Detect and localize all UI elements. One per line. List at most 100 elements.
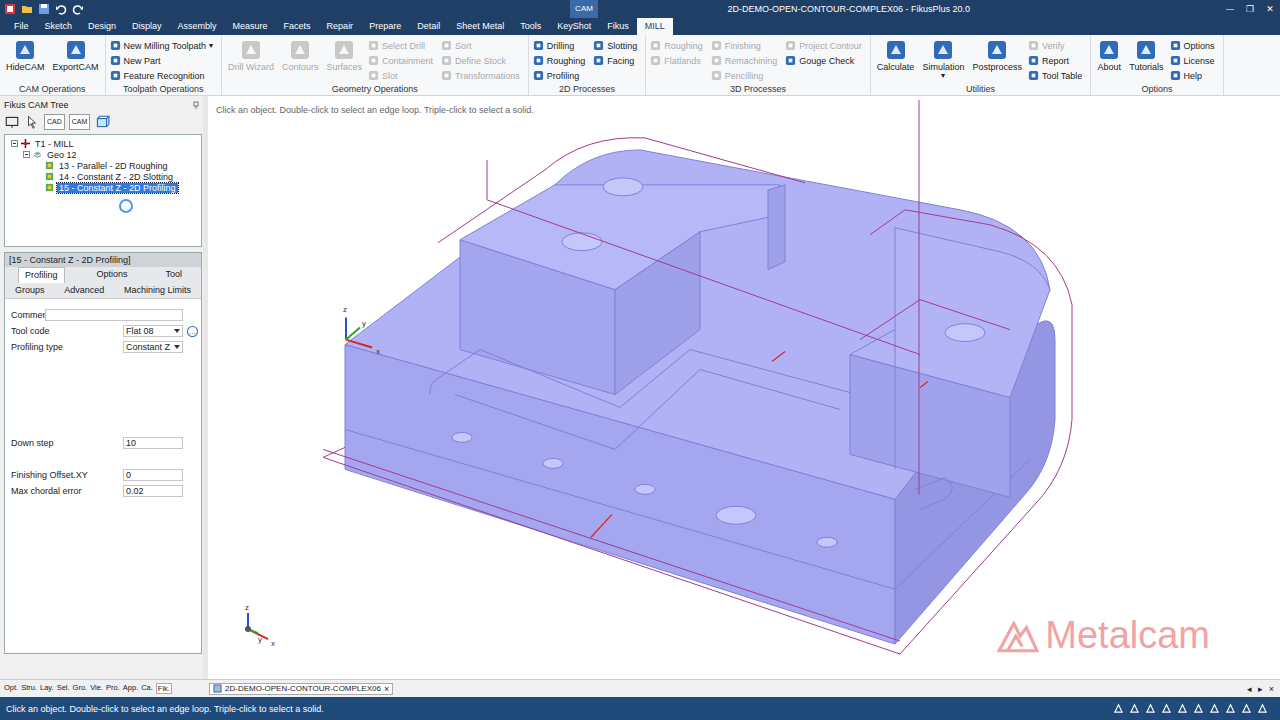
- ribbon-large-button[interactable]: Postprocess: [970, 38, 1024, 72]
- ribbon-small-button[interactable]: Remachining: [711, 53, 782, 68]
- ribbon-large-button[interactable]: ExportCAM: [51, 38, 101, 72]
- tree-toolbar-button[interactable]: CAD: [44, 114, 65, 130]
- panel-tab[interactable]: Pro.: [106, 683, 120, 694]
- app-logo-icon[interactable]: [4, 3, 16, 15]
- view-tool-icon[interactable]: [1241, 703, 1252, 714]
- ribbon-small-button[interactable]: New Milling Toolpath ▾: [110, 38, 217, 53]
- view-tool-icon[interactable]: [1257, 703, 1268, 714]
- ribbon-small-button[interactable]: Sort: [441, 38, 524, 53]
- ribbon-tab[interactable]: KeyShot: [549, 18, 599, 35]
- panel-tab[interactable]: Gro.: [73, 683, 88, 694]
- ribbon-small-button[interactable]: Help: [1170, 68, 1219, 83]
- panel-tab[interactable]: App.: [123, 683, 138, 694]
- hole[interactable]: [817, 537, 837, 547]
- ribbon-tab[interactable]: File: [6, 18, 37, 35]
- ribbon-tab[interactable]: Fikus: [599, 18, 637, 35]
- property-tab[interactable]: Options: [90, 267, 133, 283]
- view-tool-icon[interactable]: [1225, 703, 1236, 714]
- cube-icon[interactable]: [94, 114, 110, 130]
- view-tool-icon[interactable]: [1177, 703, 1188, 714]
- property-field[interactable]: 0.02: [123, 485, 183, 497]
- property-field[interactable]: [45, 309, 183, 321]
- ribbon-small-button[interactable]: Gouge Check: [785, 53, 866, 68]
- ribbon-small-button[interactable]: Select Drill: [368, 38, 437, 53]
- panel-tab[interactable]: Fik.: [156, 683, 172, 694]
- ribbon-small-button[interactable]: Slotting: [593, 38, 641, 53]
- window-control-button[interactable]: —: [1220, 4, 1240, 14]
- tree-item[interactable]: 14 - Constant Z - 2D Slotting: [5, 171, 201, 182]
- panel-tab[interactable]: Sel.: [57, 683, 70, 694]
- close-tab-button[interactable]: ×: [384, 684, 389, 694]
- hole[interactable]: [603, 178, 643, 196]
- ribbon-small-button[interactable]: Facing: [593, 53, 641, 68]
- ribbon-small-button[interactable]: Profiling: [533, 68, 590, 83]
- ribbon-tab[interactable]: Measure: [225, 18, 276, 35]
- toolpath[interactable]: [323, 100, 1072, 654]
- ribbon-small-button[interactable]: Transformations: [441, 68, 524, 83]
- ribbon-tab[interactable]: Tools: [512, 18, 549, 35]
- view-tool-icon[interactable]: [1145, 703, 1156, 714]
- ribbon-large-button[interactable]: Simulation ▾: [920, 38, 966, 80]
- property-field[interactable]: Flat 08: [123, 325, 183, 337]
- ribbon-large-button[interactable]: About: [1095, 38, 1123, 72]
- hole[interactable]: [543, 458, 563, 468]
- ribbon-small-button[interactable]: Slot: [368, 68, 437, 83]
- ribbon-small-button[interactable]: Finishing: [711, 38, 782, 53]
- ribbon-small-button[interactable]: Pencilling: [711, 68, 782, 83]
- view-tool-icon[interactable]: [1113, 703, 1124, 714]
- panel-tab[interactable]: Vie.: [90, 683, 103, 694]
- window-control-button[interactable]: ❐: [1240, 4, 1260, 14]
- view-tool-icon[interactable]: [1161, 703, 1172, 714]
- hole[interactable]: [562, 233, 602, 251]
- hole[interactable]: [452, 432, 472, 442]
- ribbon-small-button[interactable]: Project Contour: [785, 38, 866, 53]
- ribbon-tab[interactable]: Repair: [319, 18, 362, 35]
- ribbon-tab[interactable]: Display: [124, 18, 170, 35]
- ribbon-tab[interactable]: Facets: [276, 18, 319, 35]
- ribbon-small-button[interactable]: Containment: [368, 53, 437, 68]
- ribbon-small-button[interactable]: Feature Recognition: [110, 68, 217, 83]
- undo-icon[interactable]: [55, 3, 67, 15]
- tree-item[interactable]: 15 - Constant Z - 2D Profiling: [5, 182, 201, 193]
- hole[interactable]: [945, 324, 985, 342]
- ribbon-small-button[interactable]: Verify: [1028, 38, 1086, 53]
- panel-tab[interactable]: Ca.: [141, 683, 153, 694]
- ribbon-tab[interactable]: Sketch: [37, 18, 81, 35]
- ribbon-small-button[interactable]: Flatlands: [650, 53, 707, 68]
- ribbon-large-button[interactable]: Contours: [280, 38, 321, 72]
- property-tab[interactable]: Profiling: [18, 267, 65, 283]
- ribbon-small-button[interactable]: Roughing: [650, 38, 707, 53]
- redo-icon[interactable]: [72, 3, 84, 15]
- ribbon-tab[interactable]: Design: [80, 18, 124, 35]
- nav-button[interactable]: ×: [1269, 684, 1274, 694]
- ribbon-tab[interactable]: Sheet Metal: [448, 18, 512, 35]
- part-model[interactable]: zxyzxy: [208, 96, 1280, 679]
- panel-tab[interactable]: Opt.: [4, 683, 18, 694]
- ribbon-small-button[interactable]: Report: [1028, 53, 1086, 68]
- tree-item[interactable]: 13 - Parallel - 2D Roughing: [5, 160, 201, 171]
- cursor-icon[interactable]: [24, 114, 40, 130]
- ribbon-tab[interactable]: MILL: [637, 18, 673, 35]
- ribbon-small-button[interactable]: Define Stock: [441, 53, 524, 68]
- tree-item[interactable]: T1 - MILL: [5, 138, 201, 149]
- property-tab[interactable]: Tool: [159, 267, 188, 283]
- ribbon-small-button[interactable]: License: [1170, 53, 1219, 68]
- browse-button[interactable]: ...: [187, 326, 198, 337]
- expand-toggle[interactable]: [11, 140, 18, 147]
- ribbon-small-button[interactable]: Options: [1170, 38, 1219, 53]
- ribbon-small-button[interactable]: New Part: [110, 53, 217, 68]
- ribbon-large-button[interactable]: Calculate: [875, 38, 917, 72]
- view-tool-icon[interactable]: [1193, 703, 1204, 714]
- ribbon-tab[interactable]: Prepare: [361, 18, 409, 35]
- tree-item[interactable]: Geo 12: [5, 149, 201, 160]
- panel-tab[interactable]: Stru.: [21, 683, 37, 694]
- ribbon-small-button[interactable]: Tool Table: [1028, 68, 1086, 83]
- ribbon-tab[interactable]: Detail: [409, 18, 448, 35]
- document-tab[interactable]: 2D-DEMO-OPEN-CONTOUR-COMPLEX06 ×: [209, 683, 393, 695]
- dropdown-arrow-icon[interactable]: [174, 345, 180, 349]
- ribbon-small-button[interactable]: Roughing: [533, 53, 590, 68]
- save-icon[interactable]: [38, 3, 50, 15]
- ribbon-tab[interactable]: Assembly: [170, 18, 225, 35]
- expand-toggle[interactable]: [23, 151, 30, 158]
- dropdown-arrow-icon[interactable]: [174, 329, 180, 333]
